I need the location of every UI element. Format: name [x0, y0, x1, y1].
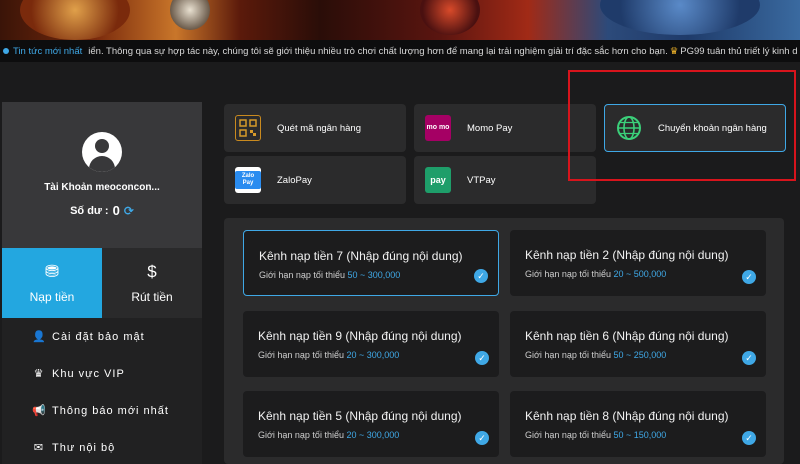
highlight-box	[568, 70, 796, 181]
check-icon: ✓	[742, 270, 756, 284]
news-label: Tin tức mới nhất	[0, 46, 82, 57]
mail-icon: ✉	[33, 442, 45, 454]
channel-limit: Giới hạn nạp tối thiểu 50 ~ 250,000	[525, 350, 667, 360]
megaphone-icon: 📢	[32, 405, 47, 417]
money-hand-icon: $	[147, 262, 157, 281]
channel-limit: Giới hạn nạp tối thiểu 50 ~ 150,000	[525, 430, 667, 440]
profile-card: Tài Khoản meoconcon... Số dư : 0 ⟳	[2, 102, 202, 248]
tab-withdraw[interactable]: $ Rút tiền	[102, 248, 202, 318]
check-icon: ✓	[742, 431, 756, 445]
channel-title: Kênh nạp tiền 9 (Nhập đúng nội dung)	[258, 329, 462, 343]
account-name: Tài Khoản meoconcon...	[44, 182, 160, 193]
tab-deposit[interactable]: ⛃ Nạp tiền	[2, 248, 102, 318]
check-icon: ✓	[475, 351, 489, 365]
avatar	[82, 132, 122, 172]
channel-limit: Giới hạn nạp tối thiểu 20 ~ 500,000	[525, 269, 667, 279]
check-icon: ✓	[742, 351, 756, 365]
news-message: iển. Thông qua sự hợp tác này, chúng tôi…	[88, 45, 668, 57]
sidebar: Tài Khoản meoconcon... Số dư : 0 ⟳ ⛃ Nạp…	[2, 102, 202, 464]
method-qr-bank[interactable]: Quét mã ngân hàng	[224, 104, 406, 152]
balance-label: Số dư :	[70, 204, 109, 217]
user-lock-icon: 👤	[32, 331, 47, 343]
sidebar-menu: 👤 Cài đặt bảo mật ♛ Khu vực VIP 📢 Thông …	[2, 318, 202, 464]
crown-icon: ♛	[33, 368, 45, 380]
balance-value: 0	[112, 203, 120, 218]
menu-item-inbox[interactable]: ✉ Thư nội bộ	[2, 429, 202, 464]
crown-icon: ♛	[669, 45, 679, 57]
news-ticker: Tin tức mới nhất iển. Thông qua sự hợp t…	[0, 40, 800, 62]
channel-title: Kênh nạp tiền 6 (Nhập đúng nội dung)	[525, 329, 729, 343]
balance: Số dư : 0 ⟳	[70, 203, 134, 218]
channel-card[interactable]: Kênh nạp tiền 2 (Nhập đúng nội dung) Giớ…	[510, 230, 766, 296]
channel-limit: Giới hạn nạp tối thiểu 50 ~ 300,000	[259, 270, 401, 280]
top-banner	[0, 0, 800, 40]
momo-icon: mo mo	[425, 115, 451, 141]
channel-limit: Giới hạn nạp tối thiểu 20 ~ 300,000	[258, 350, 400, 360]
channel-card[interactable]: Kênh nạp tiền 9 (Nhập đúng nội dung) Giớ…	[243, 311, 499, 377]
channel-card[interactable]: Kênh nạp tiền 7 (Nhập đúng nội dung) Giớ…	[243, 230, 499, 296]
channel-limit: Giới hạn nạp tối thiểu 20 ~ 300,000	[258, 430, 400, 440]
deposit-channels: Kênh nạp tiền 7 (Nhập đúng nội dung) Giớ…	[224, 218, 784, 464]
qr-icon	[235, 115, 261, 141]
channel-title: Kênh nạp tiền 2 (Nhập đúng nội dung)	[525, 248, 729, 262]
wallet-tabs: ⛃ Nạp tiền $ Rút tiền	[2, 248, 202, 318]
zalopay-icon: Zalo Pay	[235, 167, 261, 193]
channel-card[interactable]: Kênh nạp tiền 5 (Nhập đúng nội dung) Giớ…	[243, 391, 499, 457]
menu-item-security[interactable]: 👤 Cài đặt bảo mật	[2, 318, 202, 355]
refresh-icon[interactable]: ⟳	[124, 204, 134, 218]
menu-item-vip[interactable]: ♛ Khu vực VIP	[2, 355, 202, 392]
check-icon: ✓	[475, 431, 489, 445]
coin-hand-icon: ⛃	[44, 262, 60, 281]
channel-title: Kênh nạp tiền 8 (Nhập đúng nội dung)	[525, 409, 729, 423]
channel-card[interactable]: Kênh nạp tiền 8 (Nhập đúng nội dung) Giớ…	[510, 391, 766, 457]
vtpay-icon: pay	[425, 167, 451, 193]
news-icon	[3, 48, 9, 54]
channel-title: Kênh nạp tiền 7 (Nhập đúng nội dung)	[259, 249, 463, 263]
channel-card[interactable]: Kênh nạp tiền 6 (Nhập đúng nội dung) Giớ…	[510, 311, 766, 377]
method-zalopay[interactable]: Zalo Pay ZaloPay	[224, 156, 406, 204]
menu-item-notifications[interactable]: 📢 Thông báo mới nhất	[2, 392, 202, 429]
channel-title: Kênh nạp tiền 5 (Nhập đúng nội dung)	[258, 409, 462, 423]
check-icon: ✓	[474, 269, 488, 283]
news-message-2: PG99 tuân thủ triết lý kinh d	[680, 45, 798, 57]
